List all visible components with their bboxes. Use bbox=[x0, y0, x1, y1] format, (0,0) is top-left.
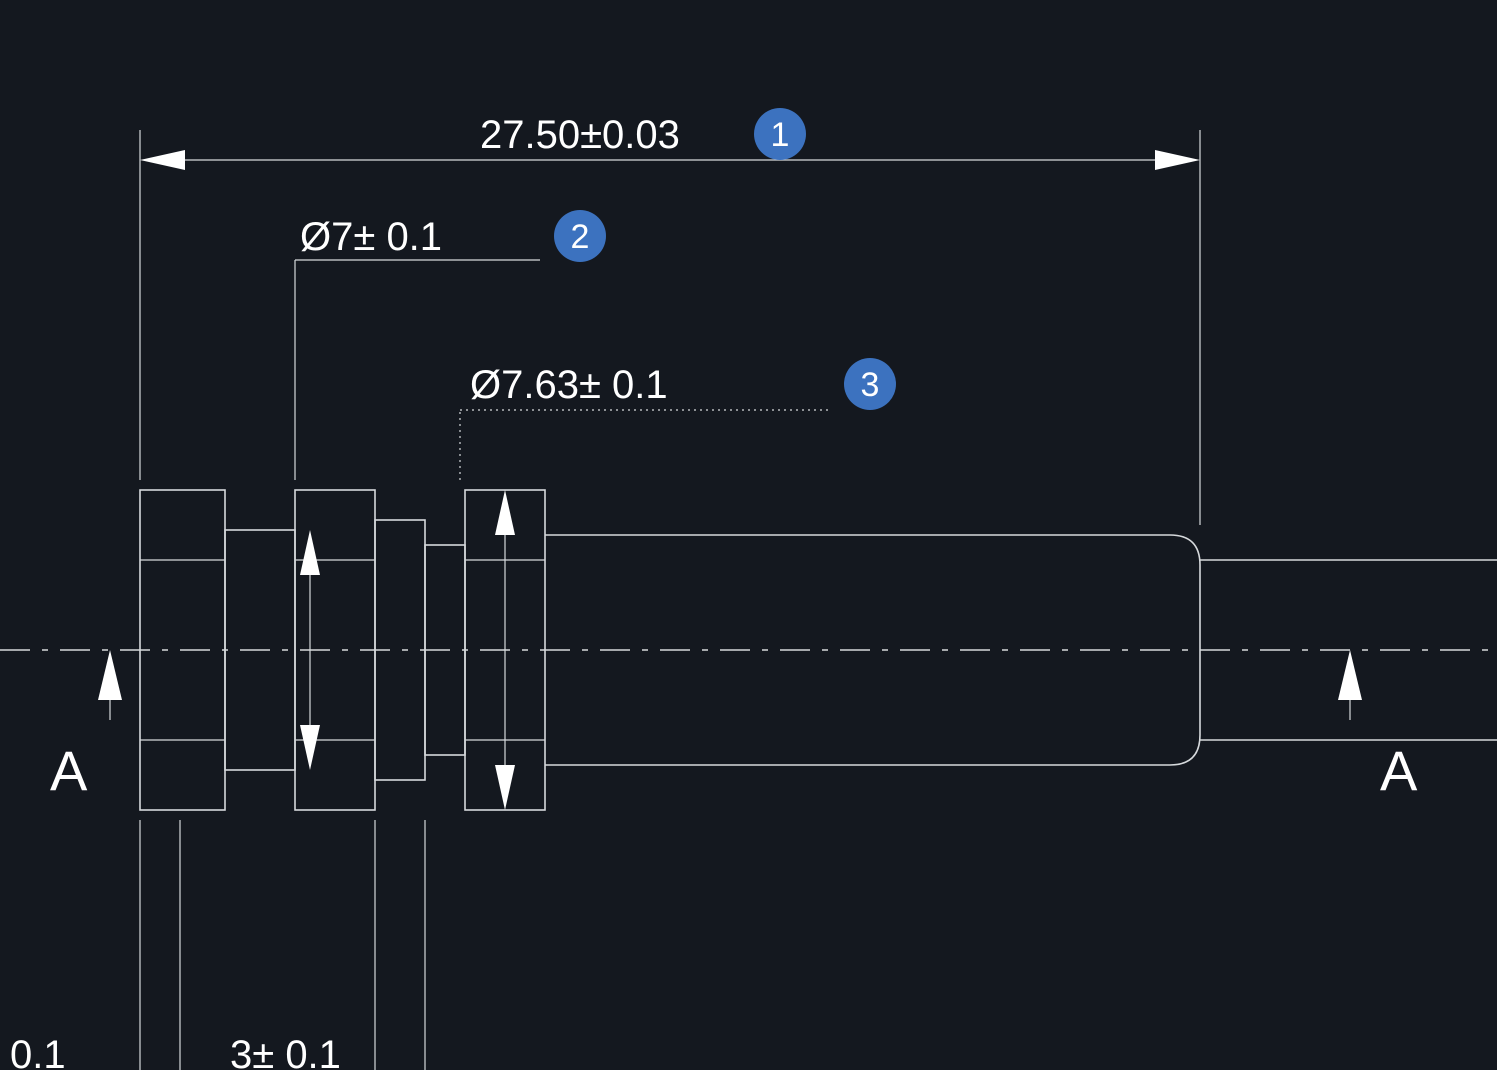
dia-symbol: Ø bbox=[300, 215, 331, 259]
dia763-arrow-bot bbox=[495, 765, 515, 810]
badge-3: 3 bbox=[844, 358, 896, 410]
svg-text:3: 3 bbox=[861, 366, 880, 404]
drawing-canvas: 27.50±0.03 1 Ø7± 0.1 2 bbox=[0, 0, 1497, 1070]
dim-dia763-text: Ø7.63± 0.1 bbox=[470, 363, 668, 407]
svg-text:1: 1 bbox=[771, 116, 790, 154]
section-left: A bbox=[50, 650, 122, 802]
dia763-arrow-top bbox=[495, 490, 515, 535]
partial-bottom-left: 0.1 bbox=[10, 1033, 66, 1070]
badge-1: 1 bbox=[754, 108, 806, 160]
section-left-label: A bbox=[50, 739, 88, 802]
dia7-arrow-bot bbox=[300, 725, 320, 770]
dim-dia763: Ø7.63± 0.1 3 bbox=[460, 358, 896, 810]
section-left-arrow bbox=[98, 650, 122, 700]
arrow-right bbox=[1155, 150, 1200, 170]
part-outline bbox=[0, 490, 1497, 810]
svg-text:2: 2 bbox=[571, 218, 590, 256]
dim-overall-length: 27.50±0.03 1 bbox=[140, 108, 1200, 525]
badge-2: 2 bbox=[554, 210, 606, 262]
section-right-arrow bbox=[1338, 650, 1362, 700]
dia7-arrow-top bbox=[300, 530, 320, 575]
partial-bottom-mid: 3± 0.1 bbox=[230, 1033, 341, 1070]
dia-symbol-2: Ø bbox=[470, 363, 501, 407]
dim-dia7-text: Ø7± 0.1 bbox=[300, 215, 442, 259]
section-right-label: A bbox=[1380, 739, 1418, 802]
section-right: A bbox=[1338, 650, 1418, 802]
dim-overall-text: 27.50±0.03 bbox=[480, 113, 680, 157]
arrow-left bbox=[140, 150, 185, 170]
